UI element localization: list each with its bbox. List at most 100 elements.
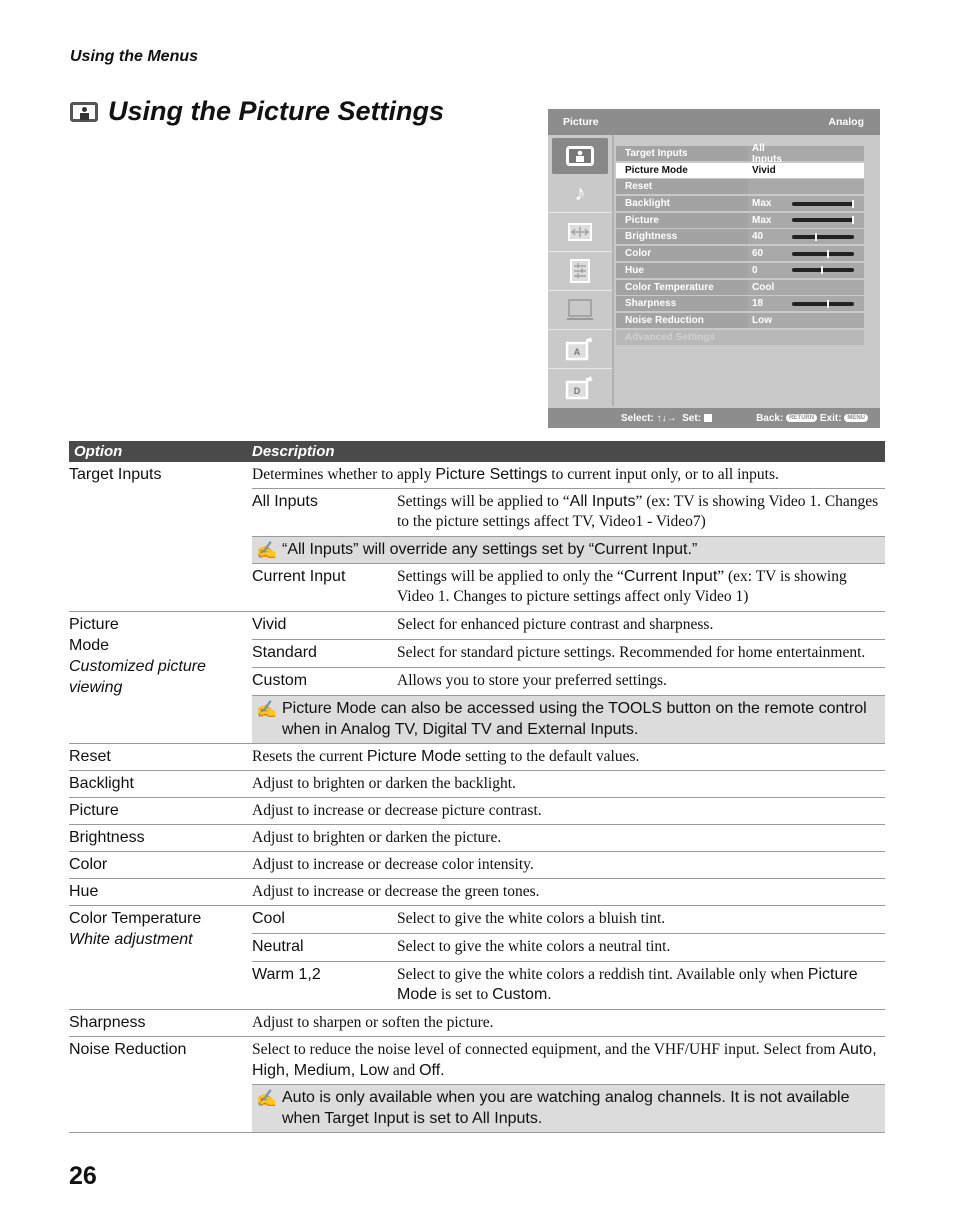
return-button-icon: RETURN <box>786 413 818 422</box>
option-description: Adjust to brighten or darken the backlig… <box>252 775 516 792</box>
tv-menu-row[interactable]: Picture Mode Vivid <box>616 162 864 178</box>
sound-icon: ♪ <box>574 180 586 205</box>
analog-antenna-icon: A <box>565 337 593 361</box>
note-noise-reduction: ✍ Auto is only available when you are wat… <box>252 1084 885 1132</box>
tv-menu-row[interactable]: Reset <box>616 179 864 195</box>
table-row: Brightness Adjust to brighten or darken … <box>69 825 885 852</box>
tv-menu-row-name: Picture Mode <box>616 162 748 178</box>
tv-menu-row[interactable]: Target Inputs All Inputs <box>616 143 864 165</box>
category-picture[interactable] <box>552 138 608 174</box>
level-slider[interactable] <box>792 199 854 208</box>
sub-option-name: All Inputs <box>252 493 318 510</box>
slider-marker <box>852 199 854 208</box>
option-description: Adjust to increase or decrease picture c… <box>252 802 542 819</box>
note-pencil-icon: ✍ <box>256 541 278 560</box>
option-name: Color Temperature White adjustment <box>69 906 252 1009</box>
tv-menu-row-name: Color <box>616 246 748 262</box>
tv-menu-row[interactable]: Picture Max <box>616 212 864 228</box>
page-title: Using the Picture Settings <box>108 96 445 126</box>
option-description: Adjust to increase or decrease the green… <box>252 883 540 900</box>
slider-marker <box>827 299 830 308</box>
table-row: Backlight Adjust to brighten or darken t… <box>69 771 885 798</box>
level-slider[interactable] <box>792 299 854 308</box>
tv-menu-row-value: 60 <box>752 248 764 260</box>
tv-menu-row[interactable]: Color Temperature Cool <box>616 279 864 295</box>
footer-select-hint: Select: ↑↓→ Set: <box>621 413 712 424</box>
note-picture-mode: ✍ Picture Mode can also be accessed using… <box>252 695 885 743</box>
category-channel[interactable] <box>548 252 612 291</box>
tv-menu-row-value: All Inputs <box>752 142 782 165</box>
tv-menu-footer: Select: ↑↓→ Set: Back: RETURN Exit: MENU <box>548 408 880 428</box>
sub-option-all-inputs: All Inputs Settings will be applied to “… <box>252 488 885 536</box>
option-name: Brightness <box>69 829 145 846</box>
tv-menu-row-value: Low <box>752 314 772 326</box>
sub-option-description: Select to give the white colors a reddis… <box>397 966 858 1003</box>
tv-menu-header: Picture Analog <box>548 109 880 135</box>
section-label: Using the Menus <box>70 48 199 65</box>
slider-marker <box>821 266 823 275</box>
page-number: 26 <box>69 1162 97 1190</box>
tv-menu-row[interactable]: Color 60 <box>616 246 864 262</box>
option-subtitle: Customized picture viewing <box>69 658 206 696</box>
tv-menu-row-value: 0 <box>752 264 758 276</box>
tv-menu-row[interactable]: Brightness 40 <box>616 229 864 245</box>
tv-menu-title: Picture <box>563 116 599 128</box>
sub-option-name: Neutral <box>252 938 304 955</box>
header-description: Description <box>252 443 335 460</box>
tv-menu-row-name: Picture <box>616 212 748 228</box>
sub-option-name: Vivid <box>252 616 287 633</box>
option-description: Adjust to brighten or darken the picture… <box>252 829 502 846</box>
table-row-noise-reduction: Noise Reduction Select to reduce the noi… <box>69 1037 885 1133</box>
option-subtitle: White adjustment <box>69 931 193 948</box>
exit-label: Exit: <box>819 412 842 424</box>
setup-icon <box>567 299 593 320</box>
level-slider[interactable] <box>792 216 854 225</box>
category-screen[interactable] <box>548 213 612 252</box>
tv-menu-row[interactable]: Hue 0 <box>616 262 864 278</box>
tv-menu-row-value: Vivid <box>752 164 776 176</box>
tv-menu-row[interactable]: Backlight Max <box>616 196 864 212</box>
option-name: Picture Mode Customized picture viewing <box>69 612 252 743</box>
sub-option-name: Custom <box>252 672 308 689</box>
table-row: Color Adjust to increase or decrease col… <box>69 852 885 879</box>
category-setup[interactable] <box>548 291 612 330</box>
sub-option-vivid: Vivid Select for enhanced picture contra… <box>252 612 885 639</box>
option-description: Adjust to increase or decrease color int… <box>252 856 534 873</box>
option-description: Adjust to sharpen or soften the picture. <box>252 1014 494 1031</box>
note-all-inputs: ✍ “All Inputs” will override any settings… <box>252 536 885 563</box>
tv-menu-row-name: Target Inputs <box>616 146 748 161</box>
table-row-sharpness: Sharpness Adjust to sharpen or soften th… <box>69 1010 885 1037</box>
sub-option-description: Select for enhanced picture contrast and… <box>397 616 714 633</box>
tv-menu-row-name: Advanced Settings <box>616 329 864 345</box>
picture-icon <box>566 146 594 166</box>
sub-option-description: Select to give the white colors a bluish… <box>397 910 666 927</box>
menu-button-icon: MENU <box>844 413 868 422</box>
tv-menu-row[interactable]: Sharpness 18 <box>616 296 864 312</box>
level-slider[interactable] <box>792 249 854 258</box>
level-slider[interactable] <box>792 266 854 275</box>
digital-antenna-icon: D <box>565 376 593 400</box>
table-row: Picture Adjust to increase or decrease p… <box>69 798 885 825</box>
sub-option-cool: Cool Select to give the white colors a b… <box>252 906 885 933</box>
category-sound[interactable]: ♪ <box>548 174 612 213</box>
tv-menu-row-value: Max <box>752 198 772 210</box>
option-name: Picture <box>69 802 119 819</box>
option-name: Color <box>69 856 108 873</box>
note-pencil-icon: ✍ <box>256 1089 278 1108</box>
sub-option-description: Select to give the white colors a neutra… <box>397 938 671 955</box>
sub-option-name: Current Input <box>252 568 346 585</box>
tv-menu-rows: Target Inputs All Inputs Picture Mode Vivid… <box>616 143 864 346</box>
tv-menu-row[interactable]: Noise Reduction Low <box>616 312 864 328</box>
option-name: Sharpness <box>69 1014 146 1031</box>
category-digital[interactable]: D <box>548 369 612 407</box>
sub-option-name: Warm 1,2 <box>252 966 321 983</box>
svg-text:A: A <box>574 347 581 357</box>
table-row-reset: Reset Resets the current Picture Mode se… <box>69 744 885 771</box>
category-analog[interactable]: A <box>548 330 612 369</box>
tv-menu-row-value: Max <box>752 214 772 226</box>
level-slider[interactable] <box>792 232 854 241</box>
header-option: Option <box>74 443 123 460</box>
table-row-target-inputs: Target Inputs Determines whether to appl… <box>69 462 885 612</box>
tv-menu-source: Analog <box>828 116 864 128</box>
tv-menu-row-value: 40 <box>752 231 764 243</box>
